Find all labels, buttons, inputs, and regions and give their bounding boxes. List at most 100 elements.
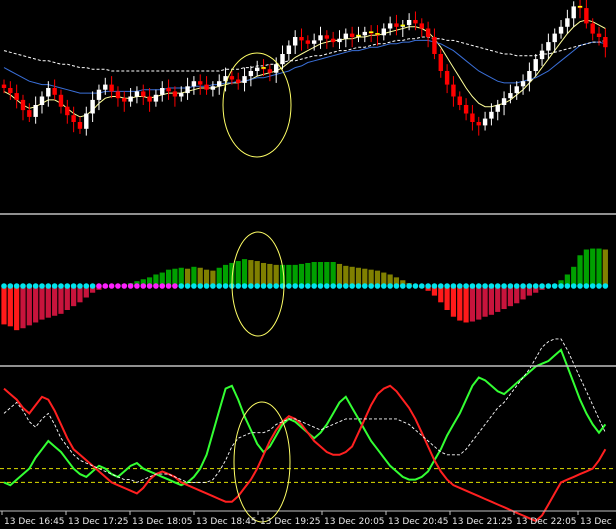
candle-body (153, 94, 159, 102)
histogram-dot (387, 283, 393, 289)
candle-body (311, 40, 317, 44)
candle-body (267, 69, 273, 73)
histogram-dot (317, 283, 324, 289)
histogram-dot (39, 283, 45, 289)
histogram-dot (20, 283, 26, 289)
histogram-dot (583, 283, 590, 289)
histogram-bar (286, 264, 292, 286)
time-axis-label: 13 Dec 19:25 (260, 517, 321, 527)
candle-body (77, 122, 83, 129)
candle-body (160, 88, 165, 95)
candle-body (65, 106, 70, 116)
histogram-dot (64, 283, 71, 289)
histogram-dot (431, 283, 438, 289)
histogram-dot (551, 283, 558, 289)
histogram-bar (577, 255, 583, 286)
histogram-dot (399, 283, 406, 289)
histogram-dot (298, 283, 305, 289)
histogram-bar (330, 262, 336, 286)
candle-body (210, 86, 216, 90)
time-axis-label: 13 Dec 18:45 (196, 517, 257, 527)
histogram-dot (203, 283, 210, 289)
histogram-bar (20, 286, 26, 329)
histogram-dot (425, 283, 431, 289)
candle-body (134, 91, 140, 97)
candle-doji-mark (400, 24, 405, 27)
time-axis-label: 13 Dec 21:25 (452, 517, 513, 527)
histogram-dot (26, 283, 33, 289)
histogram-bar (349, 266, 355, 286)
candle-body (457, 96, 462, 105)
histogram-dot (381, 283, 387, 289)
time-axis-label: 13 Dec 22:05 (516, 517, 577, 527)
histogram-dot (140, 283, 147, 289)
histogram-dot (102, 283, 109, 289)
histogram-bar (324, 262, 330, 286)
histogram-dot (336, 283, 343, 289)
candle-body (394, 23, 399, 27)
candle-body (514, 86, 519, 94)
histogram-bar (26, 286, 32, 326)
candle-body (96, 89, 102, 100)
histogram-dot (494, 283, 501, 289)
histogram-bar (343, 265, 349, 286)
histogram-bar (596, 248, 602, 286)
candle-body (381, 28, 386, 36)
candle-body (584, 8, 589, 24)
histogram-dot (159, 283, 166, 289)
candle-body (489, 111, 494, 119)
histogram-dot (267, 283, 273, 289)
histogram-bar (39, 286, 45, 320)
histogram-bar (248, 260, 254, 286)
histogram-bar (33, 286, 39, 323)
histogram-bar (571, 266, 577, 286)
candle-body (343, 33, 349, 39)
candle-body (84, 113, 89, 129)
histogram-dot (558, 283, 564, 289)
candle-body (185, 86, 190, 94)
candle-body (387, 23, 393, 29)
candle-body (520, 81, 526, 87)
histogram-dot (570, 283, 577, 289)
candle-body (103, 84, 108, 90)
histogram-dot (235, 283, 242, 289)
histogram-bar (488, 286, 495, 315)
candle-body (109, 84, 114, 92)
histogram-dot (96, 283, 102, 289)
histogram-dot (178, 283, 185, 289)
candle-body (1, 84, 7, 88)
candle-body (558, 26, 564, 34)
histogram-dot (216, 283, 223, 289)
histogram-dot (475, 283, 482, 289)
histogram-bar (64, 286, 70, 310)
candle-body (122, 98, 127, 102)
candle-body (476, 122, 481, 126)
time-axis-label: 13 Dec 20:05 (324, 517, 385, 527)
histogram-dot (418, 283, 425, 289)
histogram-dot (362, 283, 368, 289)
candle-body (501, 98, 507, 105)
candle-body (571, 6, 576, 19)
histogram-dot (77, 283, 83, 289)
histogram-bar (311, 262, 317, 286)
histogram-dot (45, 283, 52, 289)
histogram-bar (457, 286, 463, 321)
candle-body (90, 99, 95, 114)
histogram-bar (71, 286, 77, 307)
candle-doji-mark (375, 33, 380, 35)
histogram-dot (273, 283, 279, 289)
histogram-bar (52, 286, 58, 316)
candle-body (172, 91, 178, 97)
candle-body (58, 94, 64, 107)
candle-body (495, 105, 500, 112)
histogram-bar (590, 248, 596, 286)
candle-body (425, 28, 431, 37)
histogram-dot (450, 283, 457, 289)
candle-body (305, 40, 311, 44)
candle-body (217, 81, 222, 87)
histogram-bar (45, 286, 51, 318)
histogram-bar (260, 262, 267, 286)
histogram-dot (596, 283, 602, 289)
histogram-bar (191, 266, 197, 286)
histogram-bar (7, 286, 13, 327)
